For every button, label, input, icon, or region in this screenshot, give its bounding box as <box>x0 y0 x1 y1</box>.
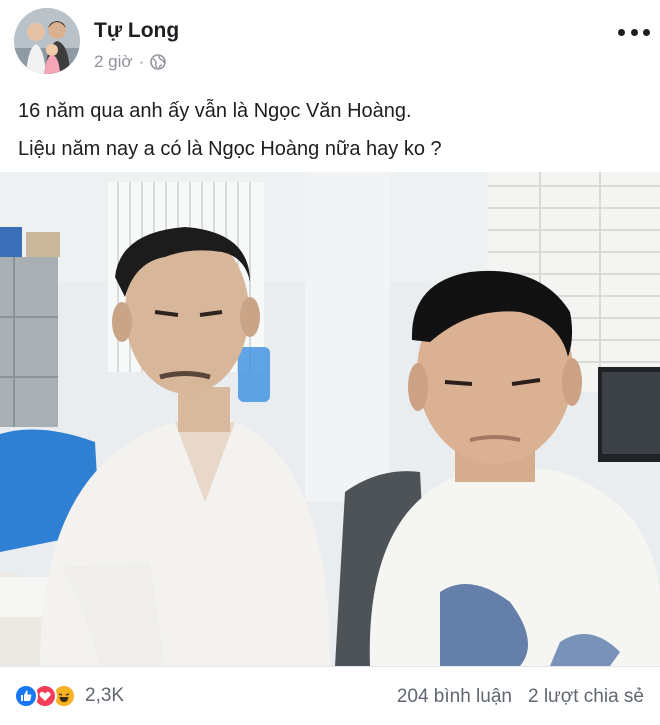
globe-icon <box>150 54 167 70</box>
reaction-count[interactable]: 2,3K <box>85 685 124 707</box>
comments-count[interactable]: 204 bình luận <box>397 686 512 708</box>
caption-line-1: 16 năm qua anh ấy vẫn là Ngọc Văn Hoàng. <box>18 100 412 122</box>
caption-line-2: Liệu năm nay a có là Ngọc Hoàng nữa hay … <box>18 138 442 160</box>
post-time[interactable]: 2 giờ <box>94 52 133 72</box>
shares-count[interactable]: 2 lượt chia sẻ <box>528 686 644 708</box>
more-options-icon[interactable] <box>618 20 650 44</box>
post-footer: 2,3K 204 bình luận 2 lượt chia sẻ <box>0 666 660 725</box>
author-name[interactable]: Tự Long <box>94 19 179 43</box>
post-photo[interactable] <box>0 172 660 666</box>
author-avatar[interactable] <box>14 8 80 74</box>
reactions-summary[interactable]: 2,3K <box>14 684 124 708</box>
post-meta: 2 giờ · <box>94 52 167 72</box>
post-header: Tự Long 2 giờ · <box>14 8 650 74</box>
post-caption: 16 năm qua anh ấy vẫn là Ngọc Văn Hoàng.… <box>18 92 638 168</box>
like-icon <box>14 684 38 708</box>
meta-separator: · <box>138 52 145 71</box>
facebook-post: Tự Long 2 giờ · 16 năm qua anh ấy vẫn là… <box>0 0 660 725</box>
post-stats: 204 bình luận 2 lượt chia sẻ <box>397 686 644 708</box>
